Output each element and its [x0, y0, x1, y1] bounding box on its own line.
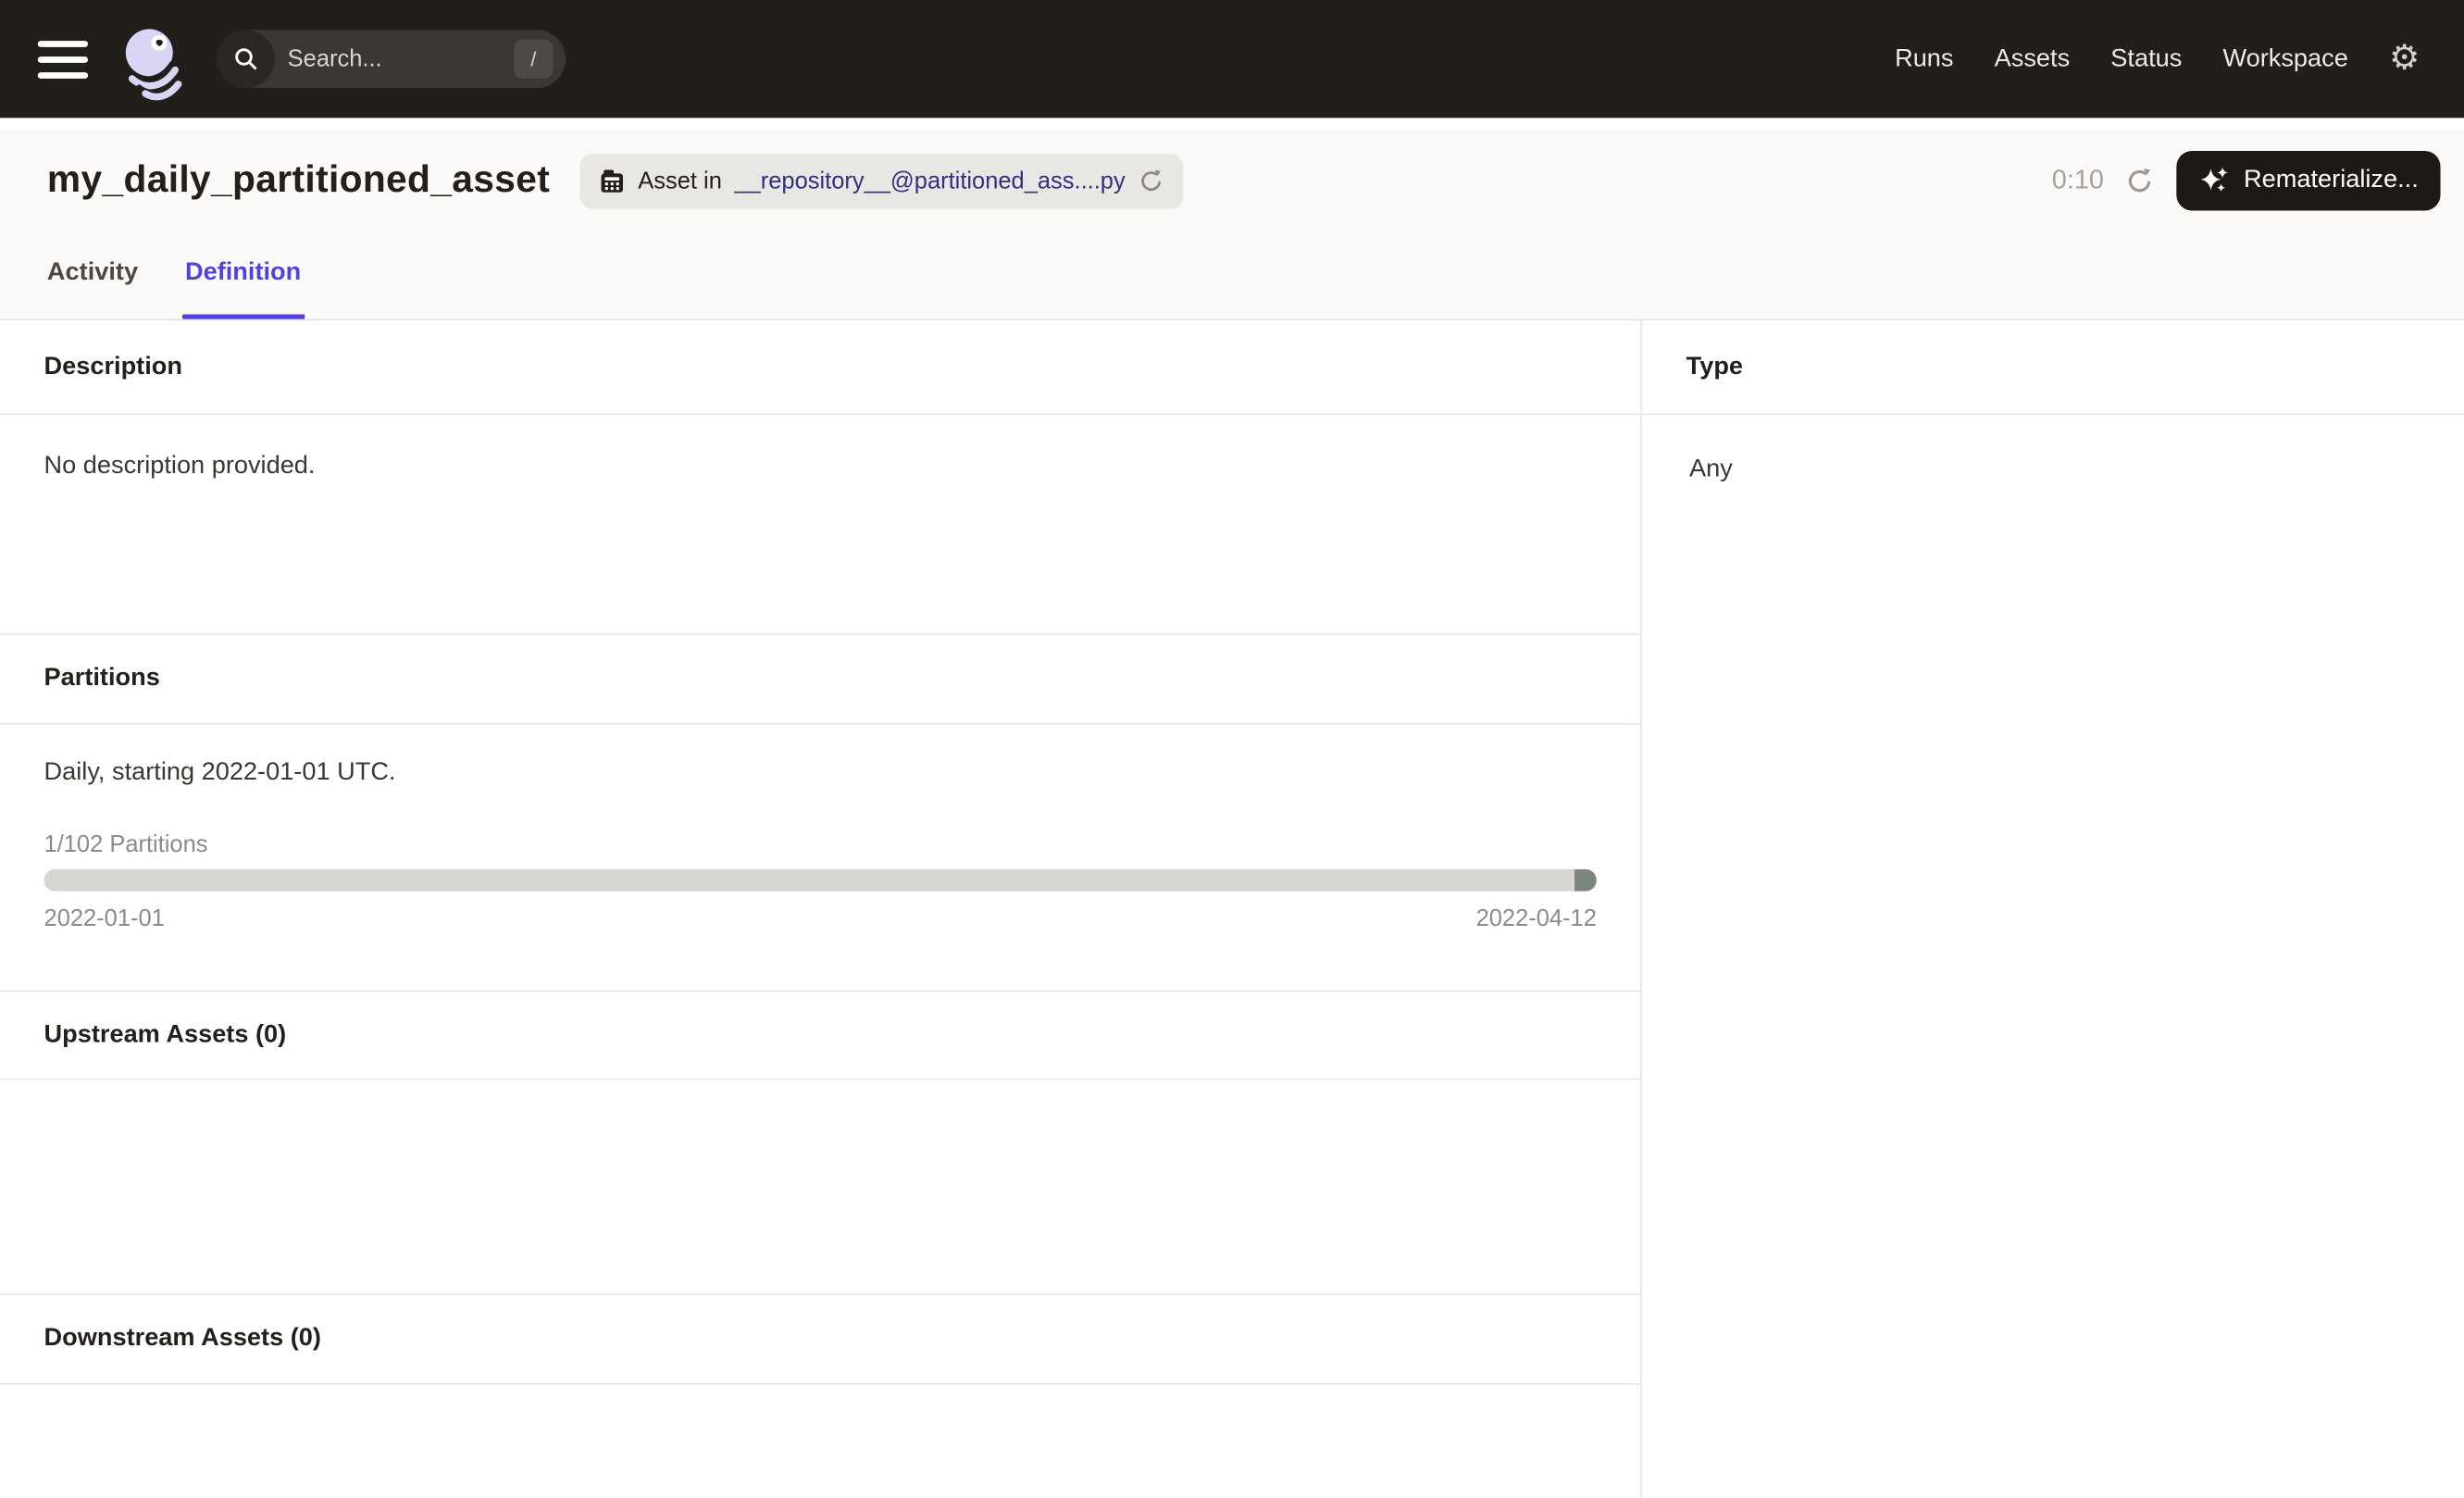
upstream-assets-body: [0, 1080, 1640, 1295]
rematerialize-label: Rematerialize...: [2244, 167, 2419, 195]
repository-icon: [599, 168, 626, 194]
asset-page-header: my_daily_partitioned_asset Asset in __re…: [0, 131, 2464, 320]
search-icon: [217, 30, 275, 88]
tab-activity[interactable]: Activity: [44, 234, 142, 319]
nav-link-status[interactable]: Status: [2110, 44, 2182, 73]
sparkles-icon: [2198, 164, 2232, 197]
downstream-assets-heading: Downstream Assets (0): [0, 1295, 1640, 1385]
nav-link-assets[interactable]: Assets: [1995, 44, 2071, 73]
refresh-icon[interactable]: [2124, 166, 2154, 195]
partitions-heading: Partitions: [0, 635, 1640, 725]
search-input[interactable]: [288, 45, 477, 72]
navbar-links: Runs Assets Status Workspace: [1895, 44, 2348, 73]
page-title: my_daily_partitioned_asset: [47, 158, 550, 203]
reload-repository-icon[interactable]: [1138, 168, 1164, 194]
partition-range-start: 2022-01-01: [44, 905, 165, 932]
hamburger-menu-icon[interactable]: [38, 40, 88, 78]
partition-schedule-text: Daily, starting 2022-01-01 UTC.: [44, 759, 1597, 788]
rematerialize-button[interactable]: Rematerialize...: [2176, 151, 2440, 211]
repository-link[interactable]: __repository__@partitioned_ass....py: [734, 168, 1125, 194]
settings-gear-icon[interactable]: ⚙: [2389, 42, 2420, 76]
partition-health-bar[interactable]: [44, 869, 1597, 892]
description-body: No description provided.: [0, 415, 1640, 635]
search-shortcut-key: /: [514, 39, 553, 78]
poll-countdown: 0:10: [2052, 165, 2104, 196]
downstream-assets-body: [0, 1385, 1640, 1498]
dagster-logo-icon[interactable]: [117, 23, 189, 95]
asset-repository-tag: Asset in __repository__@partitioned_ass.…: [579, 154, 1183, 208]
right-column: Type Any: [1642, 320, 2464, 1498]
partition-count-label: 1/102 Partitions: [44, 831, 1597, 858]
nav-link-workspace[interactable]: Workspace: [2222, 44, 2347, 73]
tab-definition[interactable]: Definition: [182, 234, 305, 319]
top-navbar: / Runs Assets Status Workspace ⚙: [0, 0, 2464, 118]
type-heading: Type: [1642, 320, 2464, 415]
left-column: Description No description provided. Par…: [0, 320, 1642, 1498]
description-heading: Description: [0, 320, 1640, 415]
upstream-assets-heading: Upstream Assets (0): [0, 992, 1640, 1080]
asset-tag-label: Asset in: [638, 168, 722, 194]
partitions-body: Daily, starting 2022-01-01 UTC. 1/102 Pa…: [0, 725, 1640, 992]
partition-range-end: 2022-04-12: [1476, 905, 1597, 932]
app-viewport: / Runs Assets Status Workspace ⚙ my_dail…: [0, 0, 2464, 1498]
type-value: Any: [1642, 415, 2464, 484]
partition-progress-fill: [1574, 869, 1597, 892]
asset-tabs: Activity Definition: [0, 234, 2464, 319]
definition-content: Description No description provided. Par…: [0, 320, 2464, 1498]
nav-link-runs[interactable]: Runs: [1895, 44, 1953, 73]
global-search[interactable]: /: [217, 30, 566, 88]
active-tab-underline: [182, 315, 305, 319]
